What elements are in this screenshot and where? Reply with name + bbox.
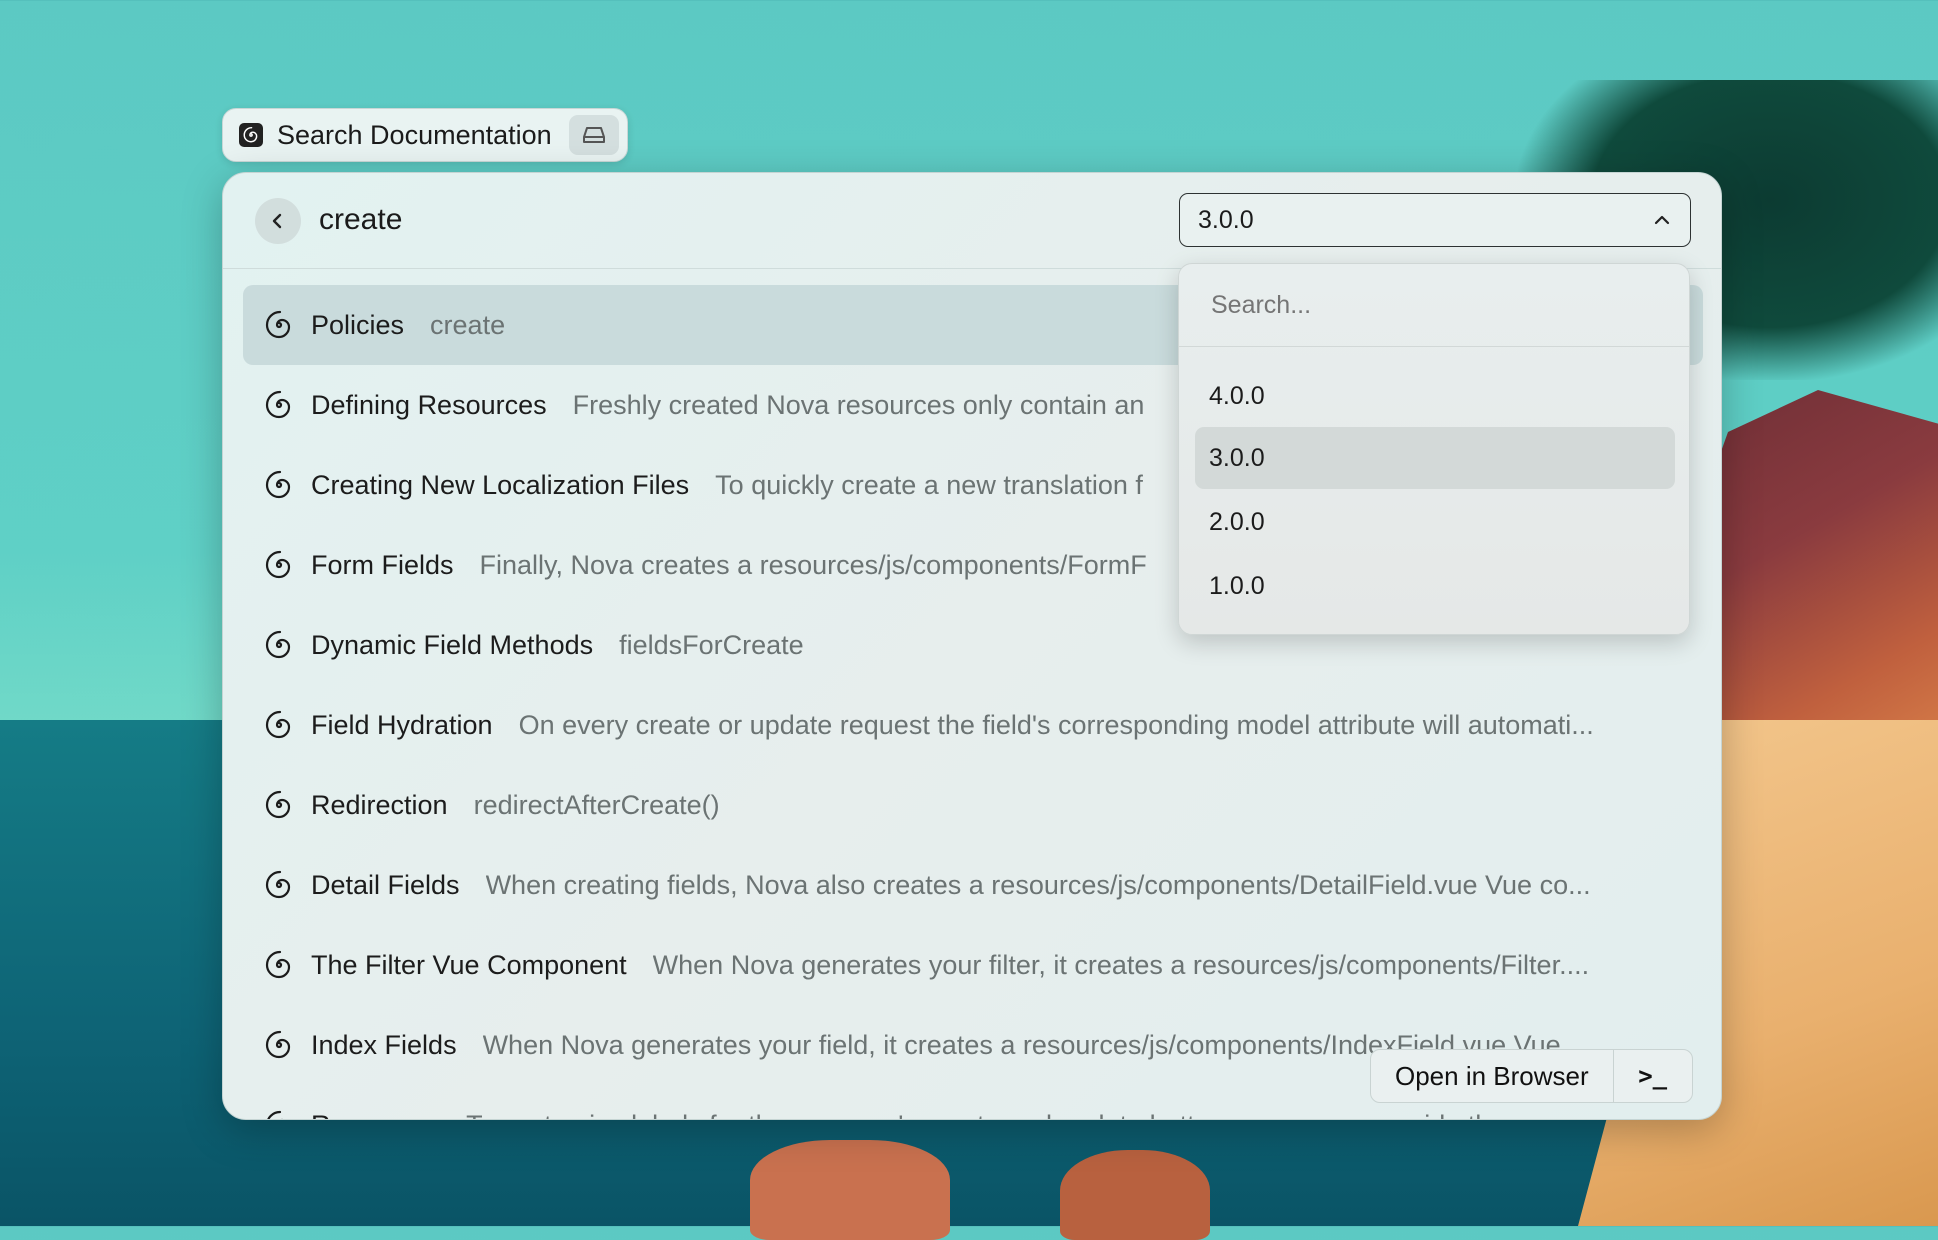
result-subtitle: Finally, Nova creates a resources/js/com… (479, 549, 1147, 580)
result-subtitle: To customize labels for the resource's c… (466, 1110, 1505, 1120)
result-title: Creating New Localization Files (311, 469, 690, 500)
result-row[interactable]: Redirection redirectAfterCreate() (243, 765, 1703, 845)
result-title: Field Hydration (311, 709, 493, 740)
result-title: The Filter Vue Component (311, 949, 627, 980)
version-option-label: 1.0.0 (1209, 571, 1265, 600)
version-selected-value: 3.0.0 (1198, 205, 1254, 234)
version-option[interactable]: 1.0.0 (1195, 555, 1675, 617)
nova-spiral-icon (265, 550, 291, 579)
version-option[interactable]: 2.0.0 (1195, 491, 1675, 553)
nova-spiral-icon (265, 470, 291, 499)
result-subtitle: To quickly create a new translation f (715, 469, 1143, 500)
result-row[interactable]: The Filter Vue Component When Nova gener… (243, 925, 1703, 1005)
nova-spiral-icon (265, 630, 291, 659)
nova-spiral-icon (265, 710, 291, 739)
result-title: Redirection (311, 789, 448, 820)
result-title: Detail Fields (311, 869, 460, 900)
version-option-label: 4.0.0 (1209, 381, 1265, 410)
nova-spiral-icon (265, 390, 291, 419)
result-subtitle: When creating fields, Nova also creates … (485, 869, 1591, 900)
action-bar: Open in Browser >_ (1370, 1049, 1693, 1103)
drive-button[interactable] (569, 115, 619, 155)
result-title: Dynamic Field Methods (311, 629, 594, 660)
search-query-input[interactable]: create (319, 203, 402, 237)
drive-icon (583, 127, 605, 143)
nova-spiral-icon (265, 1030, 291, 1059)
version-option-label: 3.0.0 (1209, 443, 1265, 472)
version-search-input[interactable] (1209, 290, 1633, 321)
result-row[interactable]: Field Hydration On every create or updat… (243, 685, 1703, 765)
nova-spiral-icon (265, 870, 291, 899)
search-header: create 3.0.0 (223, 173, 1721, 269)
chevron-left-icon (272, 213, 282, 229)
pill-title: Search Documentation (277, 119, 552, 150)
version-option-selected[interactable]: 3.0.0 (1195, 427, 1675, 489)
version-option[interactable]: 4.0.0 (1195, 365, 1675, 427)
background-rock (750, 1140, 950, 1240)
result-title: Resources (311, 1110, 440, 1120)
nova-spiral-icon (265, 950, 291, 979)
version-select[interactable]: 3.0.0 (1179, 193, 1691, 247)
result-title: Policies (311, 309, 405, 340)
terminal-button[interactable]: >_ (1614, 1050, 1692, 1102)
version-dropdown: 4.0.0 3.0.0 2.0.0 1.0.0 (1178, 263, 1690, 635)
back-button[interactable] (255, 198, 301, 244)
chevron-up-icon (1654, 215, 1670, 225)
result-row[interactable]: Detail Fields When creating fields, Nova… (243, 845, 1703, 925)
result-subtitle: On every create or update request the fi… (518, 709, 1594, 740)
version-option-label: 2.0.0 (1209, 507, 1265, 536)
open-in-browser-button[interactable]: Open in Browser (1371, 1050, 1614, 1102)
terminal-icon: >_ (1638, 1062, 1668, 1090)
result-subtitle: fieldsForCreate (619, 629, 804, 660)
nova-spiral-icon (239, 123, 263, 147)
result-title: Index Fields (311, 1029, 457, 1060)
result-subtitle: redirectAfterCreate() (473, 789, 720, 820)
extension-title-pill[interactable]: Search Documentation (222, 108, 628, 162)
nova-spiral-icon (265, 790, 291, 819)
nova-spiral-icon (267, 1110, 283, 1119)
result-title: Defining Resources (311, 389, 547, 420)
version-search (1179, 264, 1689, 347)
result-subtitle: create (430, 309, 506, 340)
result-subtitle: Freshly created Nova resources only cont… (572, 389, 1145, 420)
nova-spiral-icon (265, 310, 291, 339)
result-title: Form Fields (311, 549, 454, 580)
background-rock (1060, 1150, 1210, 1240)
result-subtitle: When Nova generates your filter, it crea… (652, 949, 1590, 980)
